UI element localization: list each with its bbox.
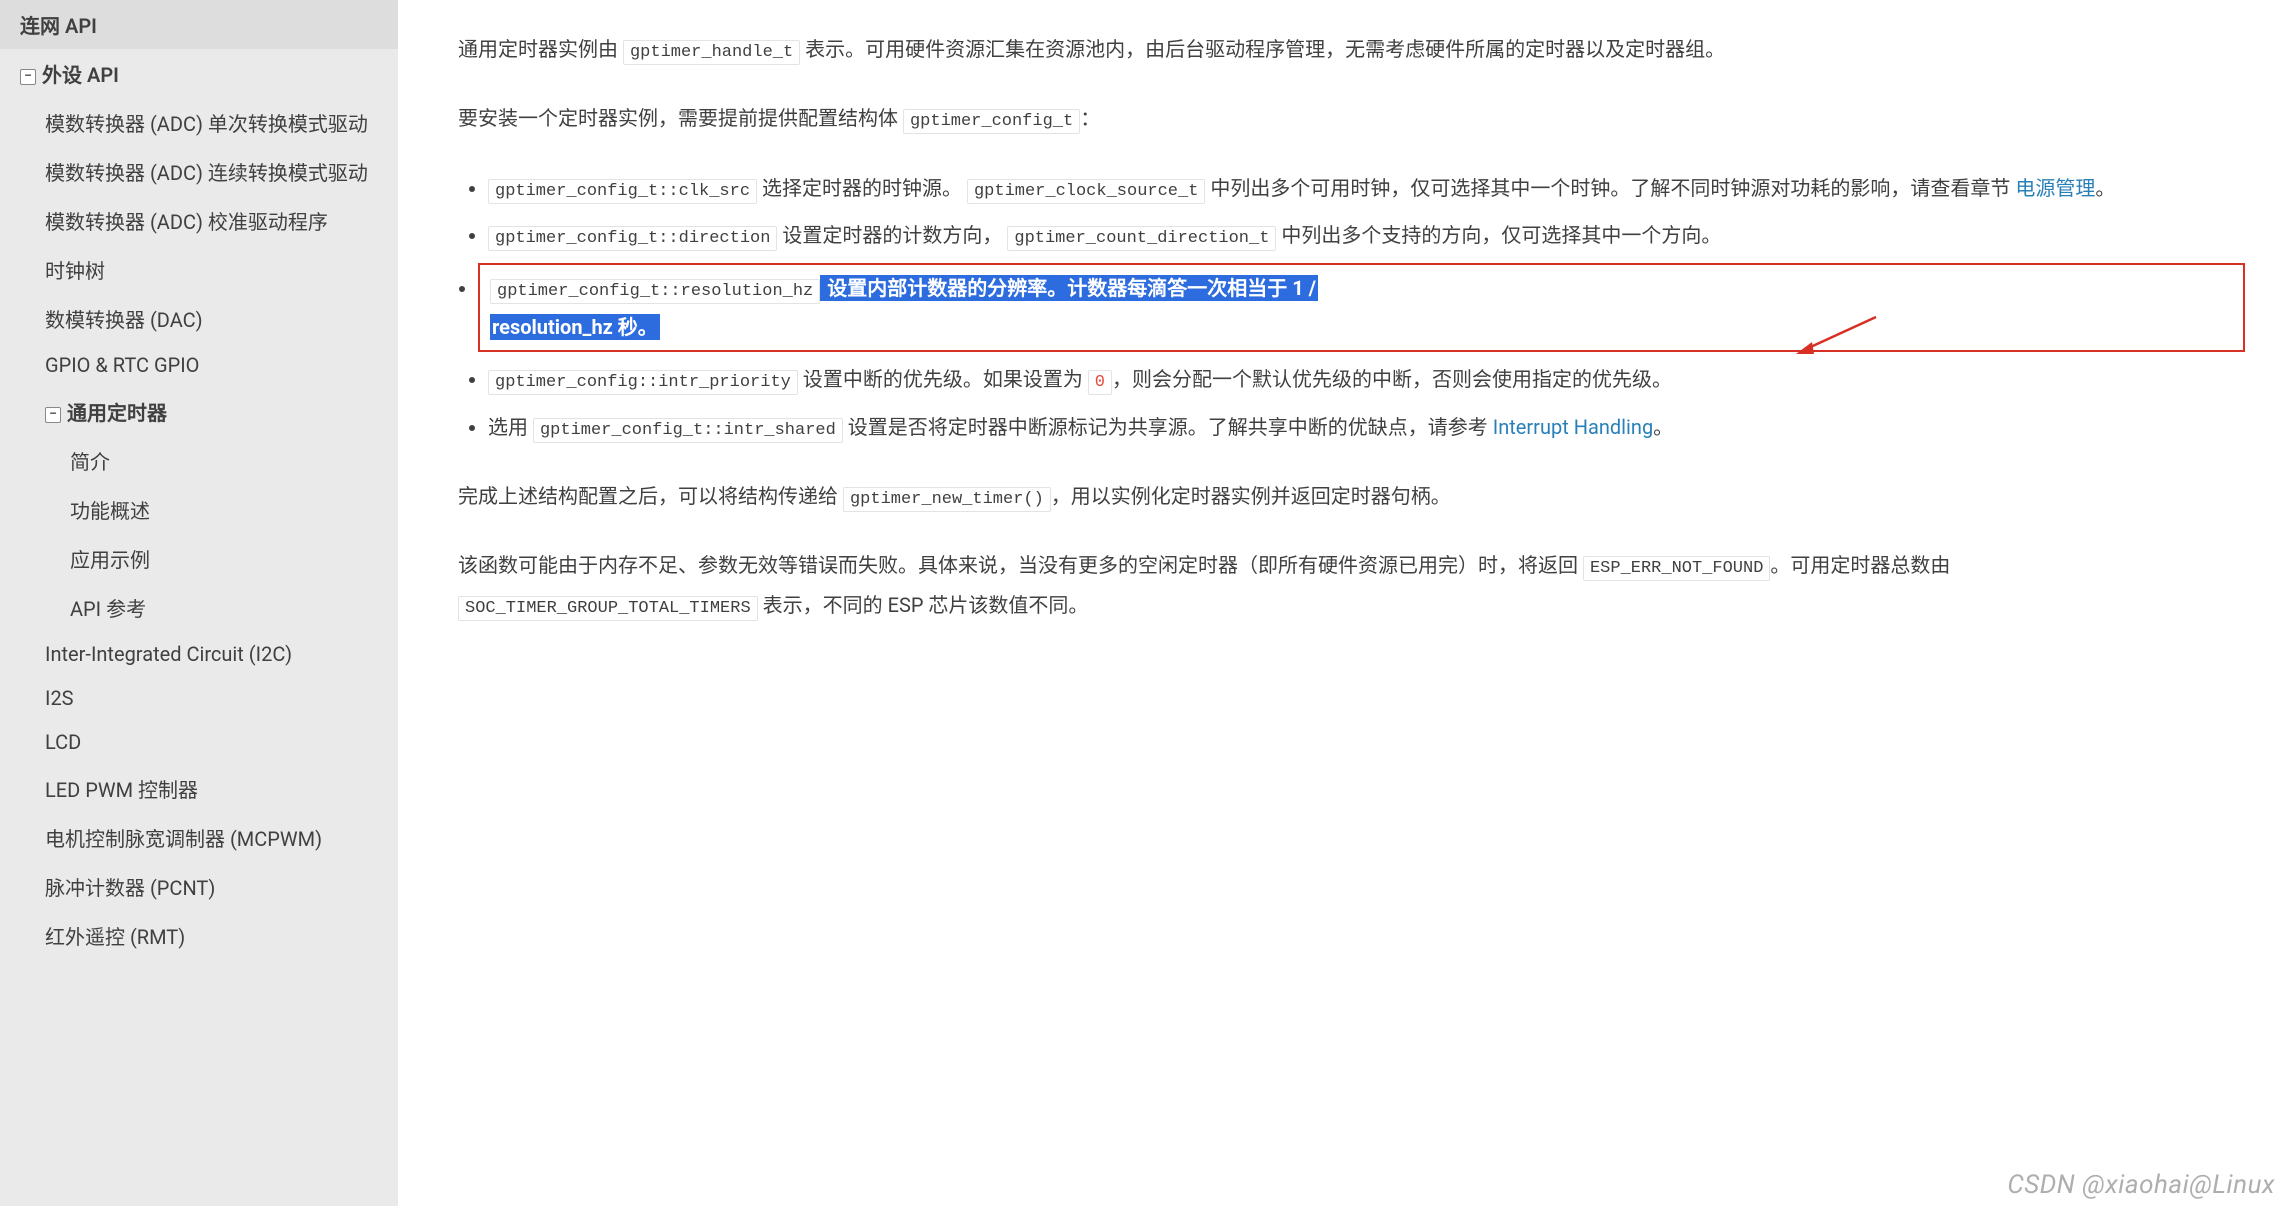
nav-item-ledc[interactable]: LED PWM 控制器 — [0, 764, 398, 813]
nav-item-overview[interactable]: 功能概述 — [0, 485, 398, 534]
paragraph-errors: 该函数可能由于内存不足、参数无效等错误而失败。具体来说，当没有更多的空闲定时器（… — [458, 546, 2235, 625]
nav-label: 红外遥控 (RMT) — [45, 925, 185, 949]
nav-item-intro[interactable]: 简介 — [0, 436, 398, 485]
list-item-intr-priority: gptimer_config::intr_priority 设置中断的优先级。如… — [488, 360, 2235, 399]
text: 选择定时器的时钟源。 — [757, 176, 967, 200]
highlighted-text-1: 设置内部计数器的分辨率。计数器每滴答一次相当于 1 / — [820, 275, 1318, 301]
watermark: CSDN @xiaohai@Linux — [2007, 1170, 2275, 1200]
nav-item-peripheral-api[interactable]: −外设 API — [0, 49, 398, 98]
nav-item-clock-tree[interactable]: 时钟树 — [0, 245, 398, 294]
nav-label: 时钟树 — [45, 259, 105, 283]
list-item-direction: gptimer_config_t::direction 设置定时器的计数方向， … — [488, 216, 2235, 255]
nav-label: Inter-Integrated Circuit (I2C) — [45, 642, 292, 666]
text: 设置中断的优先级。如果设置为 — [798, 367, 1088, 391]
nav-label: 模数转换器 (ADC) 连续转换模式驱动 — [45, 161, 368, 185]
text: 。 — [2095, 176, 2115, 200]
text: ： — [1080, 106, 1100, 130]
text: 要安装一个定时器实例，需要提前提供配置结构体 — [458, 106, 903, 130]
code-intr-shared: gptimer_config_t::intr_shared — [533, 418, 843, 443]
nav-label: LED PWM 控制器 — [45, 778, 198, 802]
nav-label: 脉冲计数器 (PCNT) — [45, 876, 215, 900]
nav-item-adc-oneshot[interactable]: 模数转换器 (ADC) 单次转换模式驱动 — [0, 98, 398, 147]
text: 该函数可能由于内存不足、参数无效等错误而失败。具体来说，当没有更多的空闲定时器（… — [458, 553, 1583, 577]
nav-label: LCD — [45, 730, 81, 754]
nav-label: 简介 — [70, 450, 110, 474]
text: 表示。可用硬件资源汇集在资源池内，由后台驱动程序管理，无需考虑硬件所属的定时器以… — [800, 37, 1725, 61]
nav-item-pcnt[interactable]: 脉冲计数器 (PCNT) — [0, 862, 398, 911]
text: ，则会分配一个默认优先级的中断，否则会使用指定的优先级。 — [1112, 367, 1672, 391]
text: 完成上述结构配置之后，可以将结构传递给 — [458, 484, 843, 508]
paragraph-new-timer: 完成上述结构配置之后，可以将结构传递给 gptimer_new_timer()，… — [458, 477, 2235, 516]
nav-item-dac[interactable]: 数模转换器 (DAC) — [0, 294, 398, 343]
text: 中列出多个可用时钟，仅可选择其中一个时钟。了解不同时钟源对功耗的影响，请查看章节 — [1205, 176, 2015, 200]
nav-item-adc-calibration[interactable]: 模数转换器 (ADC) 校准驱动程序 — [0, 196, 398, 245]
list-item-clk-src: gptimer_config_t::clk_src 选择定时器的时钟源。 gpt… — [488, 169, 2235, 208]
code-gptimer-handle: gptimer_handle_t — [623, 40, 800, 65]
code-intr-priority: gptimer_config::intr_priority — [488, 370, 798, 395]
list-item-intr-shared: 选用 gptimer_config_t::intr_shared 设置是否将定时… — [488, 408, 2235, 447]
nav-list: 连网 API −外设 API 模数转换器 (ADC) 单次转换模式驱动 模数转换… — [0, 0, 398, 960]
minus-icon[interactable]: − — [20, 69, 36, 85]
nav-label: I2S — [45, 686, 74, 710]
text: 。 — [1653, 415, 1673, 439]
nav-item-api-ref[interactable]: API 参考 — [0, 583, 398, 632]
nav-item-i2s[interactable]: I2S — [0, 676, 398, 720]
paragraph-install: 要安装一个定时器实例，需要提前提供配置结构体 gptimer_config_t： — [458, 99, 2235, 138]
code-clock-source: gptimer_clock_source_t — [967, 179, 1205, 204]
code-err-not-found: ESP_ERR_NOT_FOUND — [1583, 556, 1770, 581]
nav-item-gptimer[interactable]: −通用定时器 — [0, 387, 398, 436]
paragraph-instance-desc: 通用定时器实例由 gptimer_handle_t 表示。可用硬件资源汇集在资源… — [458, 30, 2235, 69]
nav-label: 模数转换器 (ADC) 校准驱动程序 — [45, 210, 328, 234]
text: ，用以实例化定时器实例并返回定时器句柄。 — [1051, 484, 1451, 508]
nav-item-lcd[interactable]: LCD — [0, 720, 398, 764]
nav-item-mcpwm[interactable]: 电机控制脉宽调制器 (MCPWM) — [0, 813, 398, 862]
code-total-timers: SOC_TIMER_GROUP_TOTAL_TIMERS — [458, 596, 758, 621]
nav-label: 外设 API — [42, 63, 119, 87]
nav-label: 功能概述 — [70, 499, 150, 523]
nav-label: 应用示例 — [70, 548, 150, 572]
highlighted-text-2: resolution_hz 秒。 — [490, 314, 660, 340]
link-interrupt-handling[interactable]: Interrupt Handling — [1493, 415, 1653, 439]
nav-label: GPIO & RTC GPIO — [45, 353, 199, 377]
nav-item-rmt[interactable]: 红外遥控 (RMT) — [0, 911, 398, 960]
code-gptimer-config: gptimer_config_t — [903, 109, 1080, 134]
code-count-direction: gptimer_count_direction_t — [1007, 226, 1276, 251]
list-item-resolution-highlighted: gptimer_config_t::resolution_hz 设置内部计数器的… — [478, 263, 2245, 352]
text: 。可用定时器总数由 — [1770, 553, 1950, 577]
text: 设置定时器的计数方向， — [777, 223, 1007, 247]
annotation-arrow-icon — [1796, 312, 1886, 372]
nav-label: 电机控制脉宽调制器 (MCPWM) — [45, 827, 322, 851]
config-list: gptimer_config_t::clk_src 选择定时器的时钟源。 gpt… — [488, 169, 2235, 447]
text: 表示，不同的 ESP 芯片该数值不同。 — [758, 593, 1089, 617]
main-content: 通用定时器实例由 gptimer_handle_t 表示。可用硬件资源汇集在资源… — [398, 0, 2295, 1206]
code-clk-src: gptimer_config_t::clk_src — [488, 179, 757, 204]
nav-item-i2c[interactable]: Inter-Integrated Circuit (I2C) — [0, 632, 398, 676]
nav-item-gpio[interactable]: GPIO & RTC GPIO — [0, 343, 398, 387]
code-resolution-hz: gptimer_config_t::resolution_hz — [490, 279, 820, 304]
text: 中列出多个支持的方向，仅可选择其中一个方向。 — [1276, 223, 1721, 247]
text: 设置是否将定时器中断源标记为共享源。了解共享中断的优缺点，请参考 — [843, 415, 1493, 439]
nav-label: 通用定时器 — [67, 401, 167, 425]
code-new-timer: gptimer_new_timer() — [843, 487, 1051, 512]
nav-label: API 参考 — [70, 597, 146, 621]
nav-item-examples[interactable]: 应用示例 — [0, 534, 398, 583]
nav-item-network-api[interactable]: 连网 API — [0, 0, 398, 49]
code-direction: gptimer_config_t::direction — [488, 226, 777, 251]
nav-item-adc-continuous[interactable]: 模数转换器 (ADC) 连续转换模式驱动 — [0, 147, 398, 196]
minus-icon[interactable]: − — [45, 407, 61, 423]
nav-label: 数模转换器 (DAC) — [45, 308, 203, 332]
code-zero: 0 — [1088, 370, 1112, 395]
text: 选用 — [488, 415, 533, 439]
text: 通用定时器实例由 — [458, 37, 623, 61]
nav-label: 连网 API — [20, 14, 97, 38]
sidebar-nav: 连网 API −外设 API 模数转换器 (ADC) 单次转换模式驱动 模数转换… — [0, 0, 398, 1206]
link-power-management[interactable]: 电源管理 — [2015, 176, 2095, 200]
nav-label: 模数转换器 (ADC) 单次转换模式驱动 — [45, 112, 368, 136]
